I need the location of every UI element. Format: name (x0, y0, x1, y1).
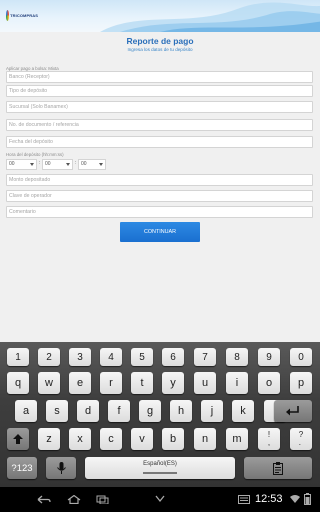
bank-field[interactable]: Banco (Receptor) (6, 71, 313, 83)
voice-input-key[interactable] (46, 457, 76, 479)
key-2[interactable]: 2 (38, 348, 60, 366)
clipboard-icon (273, 461, 283, 475)
key-k[interactable]: k (232, 400, 254, 422)
home-icon[interactable] (67, 495, 81, 504)
enter-arrow-icon (286, 406, 299, 416)
chevron-down-icon (66, 163, 70, 166)
logo-text: TRICOMPRAS (10, 12, 38, 18)
shift-arrow-icon (13, 434, 23, 444)
operator-key-field[interactable]: Clave de operador (6, 190, 313, 202)
key-8[interactable]: 8 (226, 348, 248, 366)
key-d[interactable]: d (77, 400, 99, 422)
key-u[interactable]: u (194, 372, 216, 394)
deposit-time-label: Hora del depósito (hh:mm:ss) (6, 152, 64, 157)
key-w[interactable]: w (38, 372, 60, 394)
key-4[interactable]: 4 (100, 348, 122, 366)
key-z[interactable]: z (38, 428, 60, 450)
recent-apps-icon[interactable] (96, 495, 110, 504)
space-bar-key[interactable]: Español(ES) (85, 457, 235, 479)
key-0[interactable]: 0 (290, 348, 312, 366)
key-e[interactable]: e (69, 372, 91, 394)
wifi-icon (290, 495, 300, 503)
deposit-date-field[interactable]: Fecha del depósito (6, 136, 313, 148)
amount-field[interactable]: Monto depositado (6, 174, 313, 186)
deposit-type-field[interactable]: Tipo de depósito (6, 85, 313, 97)
key-o[interactable]: o (258, 372, 280, 394)
chevron-down-icon (30, 163, 34, 166)
comment-field[interactable]: Comentario (6, 206, 313, 218)
time-separator: : (39, 160, 41, 166)
second-value: 00 (81, 161, 87, 167)
page-subtitle: Ingresa los datos de tu depósito (127, 47, 193, 52)
minute-value: 00 (45, 161, 51, 167)
key-c[interactable]: c (100, 428, 122, 450)
key-x[interactable]: x (69, 428, 91, 450)
key-p[interactable]: p (290, 372, 312, 394)
key-j[interactable]: j (201, 400, 223, 422)
key-1[interactable]: 1 (7, 348, 29, 366)
hour-value: 00 (9, 161, 15, 167)
space-bar-glyph (143, 472, 177, 474)
keyboard-notification-icon (238, 495, 250, 504)
key-q[interactable]: q (7, 372, 29, 394)
status-clock: 12:53 (255, 493, 283, 505)
key-6[interactable]: 6 (162, 348, 184, 366)
key-n[interactable]: n (194, 428, 216, 450)
key-s[interactable]: s (46, 400, 68, 422)
clipboard-key[interactable] (244, 457, 312, 479)
microphone-icon (56, 461, 66, 474)
key-3[interactable]: 3 (69, 348, 91, 366)
chevron-down-icon (99, 163, 103, 166)
minute-select[interactable]: 00 (42, 159, 73, 170)
space-language-label: Español(ES) (143, 461, 177, 467)
key-v[interactable]: v (131, 428, 153, 450)
key-r[interactable]: r (100, 372, 122, 394)
key-5[interactable]: 5 (131, 348, 153, 366)
app-logo[interactable]: TRICOMPRAS (6, 6, 38, 24)
key-g[interactable]: g (139, 400, 161, 422)
enter-key[interactable] (274, 400, 312, 422)
shift-key[interactable] (7, 428, 29, 450)
key-9[interactable]: 9 (258, 348, 280, 366)
battery-icon (304, 493, 311, 505)
onscreen-keyboard: 1 2 3 4 5 6 7 8 9 0 q w e r t y u i o p … (0, 342, 320, 487)
key-y[interactable]: y (162, 372, 184, 394)
key-t[interactable]: t (131, 372, 153, 394)
key-f[interactable]: f (108, 400, 130, 422)
branch-field[interactable]: Sucursal (Solo Banamex) (6, 101, 313, 113)
back-icon[interactable] (37, 495, 51, 504)
system-navigation-bar: 12:53 (0, 487, 320, 512)
key-7[interactable]: 7 (194, 348, 216, 366)
page-title: Reporte de pago (126, 36, 194, 46)
key-h[interactable]: h (170, 400, 192, 422)
key-m[interactable]: m (226, 428, 248, 450)
symbols-key[interactable]: ?123 (7, 457, 37, 479)
continue-button[interactable]: CONTINUAR (120, 222, 200, 242)
time-separator: : (75, 160, 77, 166)
header-wave-graphic (100, 2, 320, 32)
second-select[interactable]: 00 (78, 159, 106, 170)
document-number-field[interactable]: No. de documento / referencia (6, 119, 313, 131)
key-b[interactable]: b (162, 428, 184, 450)
key-a[interactable]: a (15, 400, 37, 422)
logo-mark-icon (6, 9, 10, 21)
app-header: TRICOMPRAS (0, 0, 320, 32)
key-i[interactable]: i (226, 372, 248, 394)
hour-select[interactable]: 00 (6, 159, 37, 170)
key-question-period[interactable]: ? . (290, 428, 312, 450)
hide-keyboard-icon[interactable] (152, 494, 168, 504)
key-exclamation-comma[interactable]: ! , (258, 428, 280, 450)
